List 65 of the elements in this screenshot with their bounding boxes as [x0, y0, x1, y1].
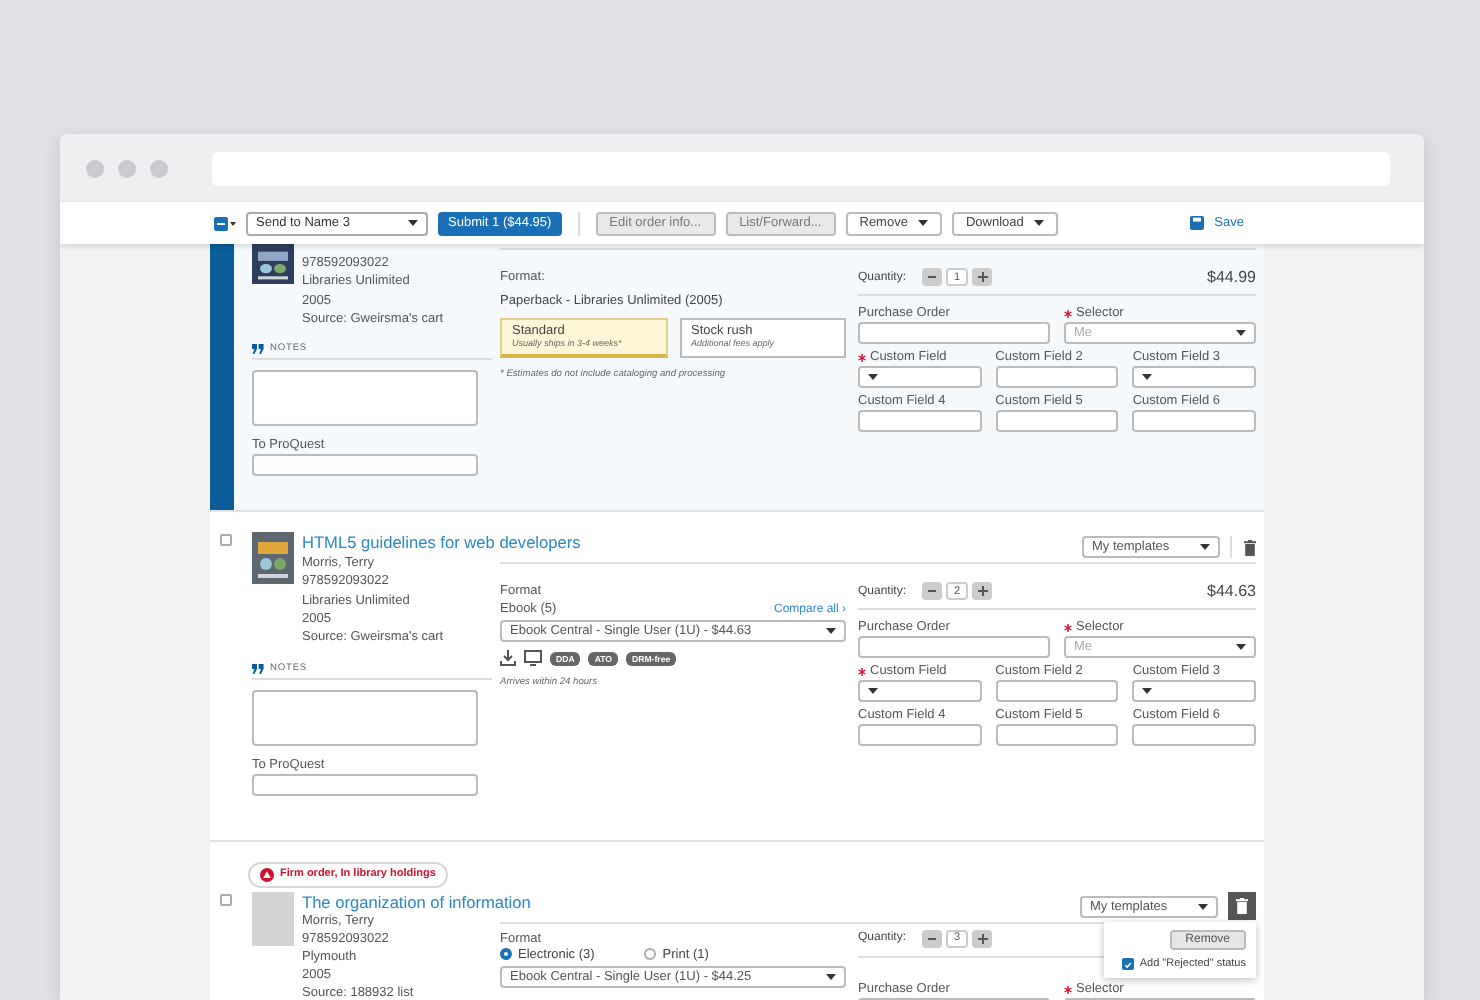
caret-icon: [826, 973, 836, 980]
caret-icon: [408, 220, 418, 226]
text-field[interactable]: [995, 410, 1119, 432]
trash-icon[interactable]: [1244, 539, 1256, 556]
price: $44.63: [1207, 582, 1256, 601]
caret-icon: [1033, 220, 1044, 226]
plus-icon: [977, 272, 988, 282]
notes-field[interactable]: [252, 689, 478, 746]
title-link[interactable]: The organization of information: [302, 891, 531, 912]
checkbox[interactable]: [1121, 958, 1134, 971]
row-checkbox[interactable]: [220, 534, 232, 547]
caret-icon: [868, 374, 878, 380]
notes-field[interactable]: [252, 370, 478, 427]
delete-button[interactable]: [1228, 892, 1256, 921]
dropdown-field[interactable]: [858, 680, 982, 703]
caret-icon: [1236, 644, 1246, 651]
price: $44.99: [1207, 268, 1256, 286]
plus-icon: [977, 586, 988, 597]
caret-icon: [1142, 374, 1153, 380]
increase-button[interactable]: [972, 929, 993, 948]
text-field[interactable]: [858, 322, 1050, 344]
text-field[interactable]: [995, 680, 1119, 703]
decrease-button[interactable]: [922, 582, 943, 601]
quote-icon: [252, 663, 264, 674]
caret-icon: [868, 688, 878, 695]
increase-button[interactable]: [972, 268, 993, 286]
trash-icon: [1236, 898, 1248, 915]
plus-icon: [977, 933, 988, 944]
text-field[interactable]: [252, 454, 478, 477]
dropdown-field[interactable]: [1132, 680, 1256, 703]
row-checkbox[interactable]: [220, 893, 232, 906]
increase-button[interactable]: [972, 582, 993, 601]
book-cover-drawing: [252, 244, 294, 284]
caret-icon: [1142, 688, 1153, 695]
alert-icon: [260, 867, 274, 882]
caret-icon: [1236, 330, 1246, 336]
radio-button[interactable]: [644, 948, 657, 961]
decrease-button[interactable]: [922, 268, 943, 286]
download-icon: [500, 650, 516, 667]
monitor-icon: [524, 650, 542, 667]
text-field[interactable]: [252, 773, 478, 796]
book-cover-drawing: [252, 532, 294, 585]
quote-icon: [252, 344, 264, 355]
caret-icon: [917, 220, 928, 226]
minus-icon: [928, 937, 937, 940]
cover-placeholder: [252, 891, 294, 946]
title-link[interactable]: HTML5 guidelines for web developers: [302, 532, 581, 555]
radio-button[interactable]: [500, 948, 512, 961]
dropdown-field[interactable]: [1132, 366, 1256, 388]
text-field[interactable]: [858, 724, 982, 747]
decrease-button[interactable]: [922, 929, 943, 948]
caret-icon: [826, 628, 836, 635]
text-field[interactable]: [858, 636, 1050, 659]
caret-icon: [1200, 544, 1210, 551]
text-field[interactable]: [995, 366, 1119, 388]
text-field[interactable]: [995, 724, 1119, 747]
minus-icon: [928, 590, 937, 593]
text-field[interactable]: [1132, 410, 1256, 432]
caret-icon: [1198, 903, 1208, 910]
select-menu-icon[interactable]: [214, 215, 236, 231]
dropdown-field[interactable]: [858, 366, 982, 388]
minus-icon: [928, 276, 937, 278]
text-field[interactable]: [858, 410, 982, 432]
text-field[interactable]: [1132, 724, 1256, 747]
save-icon: [1190, 216, 1205, 230]
